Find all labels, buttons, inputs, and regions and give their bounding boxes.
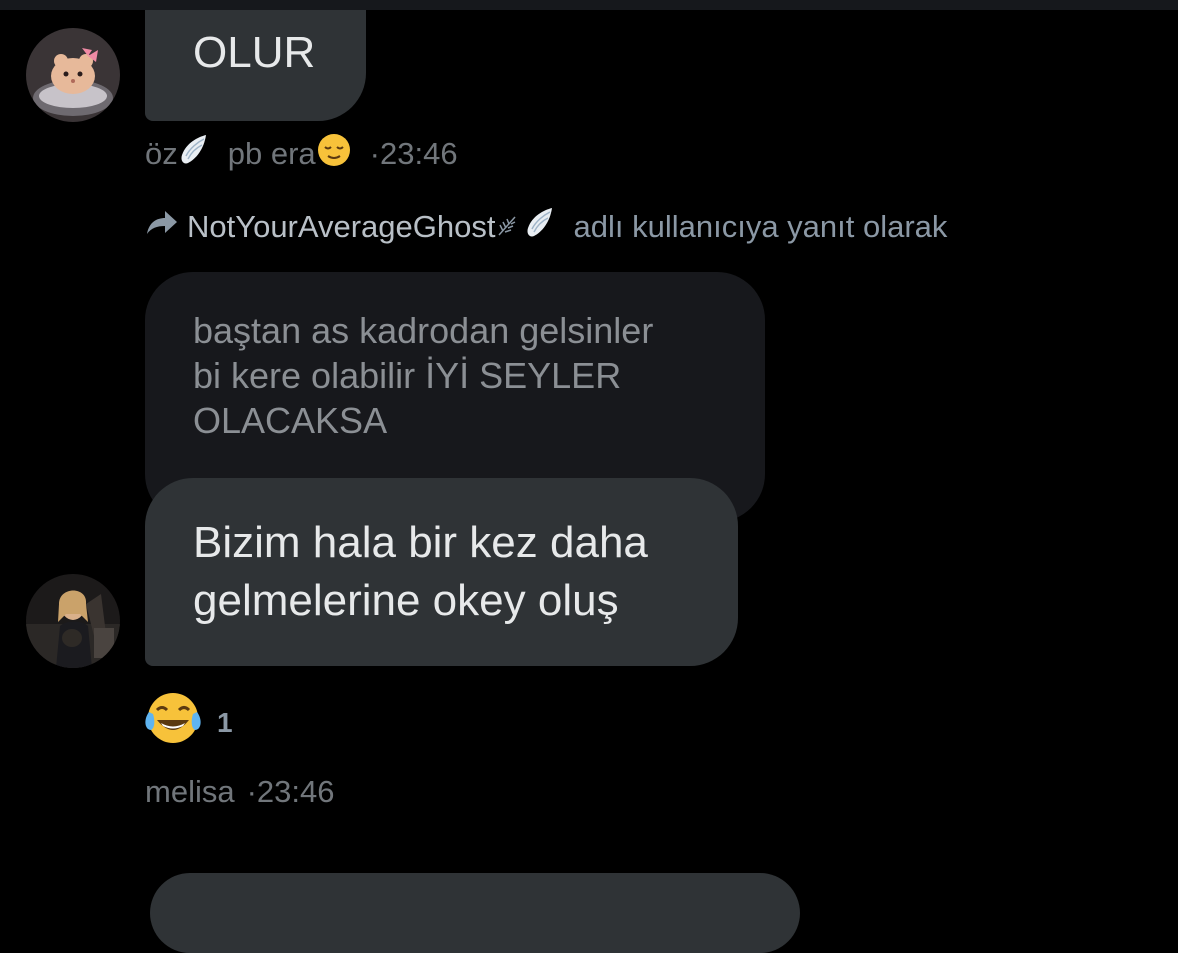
leaf-icon [496,209,518,245]
sender-status: pb era [227,136,316,171]
message-text-line: gelmelerine okey oluş [193,576,619,625]
quoted-line: baştan as kadrodan gelsinler [193,310,654,351]
angel-wing-icon [178,133,210,175]
quoted-line: OLACAKSA [193,400,388,441]
message-text: OLUR [193,28,316,77]
relieved-face-icon [316,132,352,176]
message-meta: öz pb era ·23:46 [145,132,458,176]
message-text-line: Bizim hala bir kez daha [193,518,648,567]
reply-suffix: adlı kullanıcıya yanıt olarak [573,209,948,244]
message-time: ·23:46 [246,774,335,809]
message-meta: melisa ·23:46 [145,774,335,810]
message-time: ·23:46 [369,136,458,171]
message-bubble[interactable]: OLUR [145,10,366,121]
reaction-count: 1 [217,706,233,738]
sender-name: melisa [145,774,235,809]
message-bubble[interactable]: Bizim hala bir kez daha gelmelerine okey… [145,478,738,666]
sender-name: öz [145,136,178,171]
quoted-line: bi kere olabilir İYİ SEYLER [193,355,622,396]
angel-wing-icon [524,206,556,248]
reply-arrow-icon [145,208,179,246]
reaction-pill[interactable]: 1 [143,690,233,755]
avatar-melisa[interactable] [26,574,120,668]
reply-context[interactable]: NotYourAverageGhost adlı kullanıcıya yan… [145,206,947,248]
avatar-oz[interactable] [26,28,120,122]
tears-of-joy-icon [143,690,203,755]
reply-handle[interactable]: NotYourAverageGhost [187,209,496,245]
message-bubble-partial[interactable] [150,873,800,953]
top-divider [0,0,1178,10]
